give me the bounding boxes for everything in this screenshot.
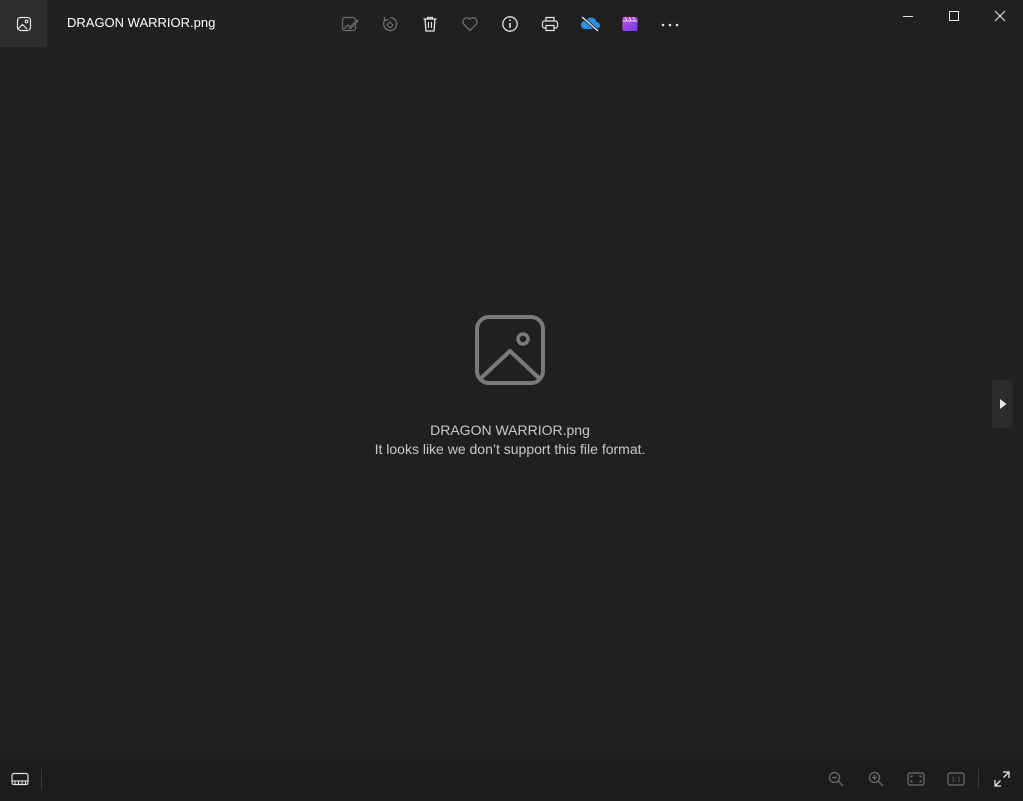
actual-size-label: 1:1 <box>951 777 961 784</box>
zoom-in-icon <box>868 771 884 787</box>
rotate-button[interactable] <box>370 4 410 44</box>
onedrive-cloud-icon <box>580 15 600 33</box>
maximize-button[interactable] <box>931 0 977 32</box>
clipchamp-icon <box>622 16 638 31</box>
rotate-icon <box>382 16 398 32</box>
image-placeholder-icon <box>475 315 545 385</box>
maximize-icon <box>949 11 959 21</box>
edit-image-button[interactable] <box>330 4 370 44</box>
unsupported-file-placeholder: DRAGON WARRIOR.png It looks like we don’… <box>0 314 1020 457</box>
more-icon <box>661 23 679 27</box>
info-icon <box>502 16 518 32</box>
title-bar: DRAGON WARRIOR.png <box>0 0 1023 48</box>
clipchamp-button[interactable] <box>610 4 650 44</box>
window-controls <box>885 0 1023 32</box>
zoom-out-icon <box>828 771 844 787</box>
gallery-button[interactable] <box>0 0 47 47</box>
toolbar <box>330 4 690 44</box>
print-button[interactable] <box>530 4 570 44</box>
photos-app-icon <box>16 16 31 31</box>
close-button[interactable] <box>977 0 1023 32</box>
window-title: DRAGON WARRIOR.png <box>67 15 216 30</box>
file-name-label: DRAGON WARRIOR.png <box>430 422 590 438</box>
minimize-button[interactable] <box>885 0 931 32</box>
edit-image-icon <box>341 16 359 32</box>
zoom-controls: 1:1 <box>816 759 976 799</box>
close-icon <box>994 10 1006 22</box>
filmstrip-icon <box>11 772 29 786</box>
more-options-button[interactable] <box>650 4 690 44</box>
favorite-button[interactable] <box>450 4 490 44</box>
unsupported-format-message: It looks like we don’t support this file… <box>374 441 646 457</box>
fit-to-window-button[interactable] <box>896 759 936 799</box>
photos-app-window: DRAGON WARRIOR.png DRAGON WARRIOR.png It… <box>0 0 1023 801</box>
zoom-out-button[interactable] <box>816 759 856 799</box>
heart-icon <box>462 17 478 32</box>
delete-button[interactable] <box>410 4 450 44</box>
next-arrow-icon <box>999 399 1006 409</box>
fullscreen-button[interactable] <box>984 761 1020 797</box>
printer-icon <box>541 16 559 32</box>
onedrive-button[interactable] <box>570 4 610 44</box>
bottom-divider-right <box>978 769 979 789</box>
trash-icon <box>423 16 437 32</box>
filmstrip-toggle-button[interactable] <box>2 761 38 797</box>
next-image-button[interactable] <box>992 380 1013 428</box>
actual-size-icon: 1:1 <box>947 772 965 786</box>
bottom-bar: 1:1 <box>0 759 1023 801</box>
actual-size-button[interactable]: 1:1 <box>936 759 976 799</box>
expand-icon <box>994 771 1010 787</box>
zoom-in-button[interactable] <box>856 759 896 799</box>
file-info-button[interactable] <box>490 4 530 44</box>
fit-to-window-icon <box>907 772 925 786</box>
bottom-divider-left <box>41 769 42 789</box>
minimize-icon <box>903 16 913 17</box>
